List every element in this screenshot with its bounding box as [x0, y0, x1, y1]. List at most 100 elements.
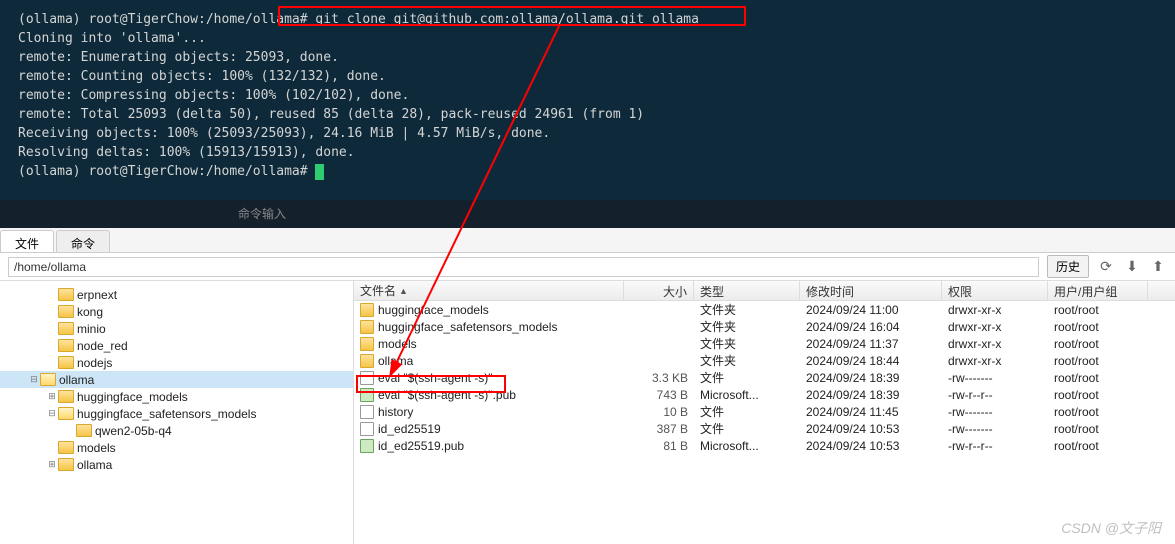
- expand-icon[interactable]: ⊟: [46, 408, 58, 419]
- file-user: root/root: [1048, 405, 1148, 419]
- file-perm: -rw-------: [942, 405, 1048, 419]
- file-time: 2024/09/24 11:45: [800, 405, 942, 419]
- terminal-line: (ollama) root@TigerChow:/home/ollama#: [18, 162, 1157, 181]
- tree-item-huggingface_safetensors_models[interactable]: ⊟huggingface_safetensors_models: [0, 405, 353, 422]
- file-user: root/root: [1048, 354, 1148, 368]
- file-time: 2024/09/24 11:00: [800, 303, 942, 317]
- history-button[interactable]: 历史: [1047, 255, 1089, 278]
- tree-item-qwen2-05b-q4[interactable]: qwen2-05b-q4: [0, 422, 353, 439]
- col-header-user[interactable]: 用户/用户组: [1048, 281, 1148, 300]
- file-type: 文件: [694, 420, 800, 437]
- col-header-size[interactable]: 大小: [624, 281, 694, 300]
- file-row[interactable]: id_ed25519 387 B 文件 2024/09/24 10:53 -rw…: [354, 420, 1175, 437]
- file-row[interactable]: models 文件夹 2024/09/24 11:37 drwxr-xr-x r…: [354, 335, 1175, 352]
- path-input[interactable]: [8, 257, 1039, 277]
- file-type: 文件夹: [694, 301, 800, 318]
- file-icon: [360, 405, 374, 419]
- expand-icon[interactable]: ⊟: [28, 374, 40, 385]
- file-row[interactable]: ollama 文件夹 2024/09/24 18:44 drwxr-xr-x r…: [354, 352, 1175, 369]
- file-perm: -rw-------: [942, 371, 1048, 385]
- tree-label: ollama: [77, 458, 112, 472]
- tree-label: huggingface_models: [77, 390, 188, 404]
- file-name: id_ed25519.pub: [378, 439, 464, 453]
- folder-icon: [58, 339, 74, 352]
- file-row[interactable]: id_ed25519.pub 81 B Microsoft... 2024/09…: [354, 437, 1175, 454]
- terminal-panel[interactable]: (ollama) root@TigerChow:/home/ollama# gi…: [0, 0, 1175, 228]
- tree-label: node_red: [77, 339, 128, 353]
- folder-icon: [58, 288, 74, 301]
- toolbar: 历史 ⟳ ⬇ ⬆: [0, 253, 1175, 281]
- file-user: root/root: [1048, 371, 1148, 385]
- file-user: root/root: [1048, 303, 1148, 317]
- folder-icon: [360, 354, 374, 368]
- file-perm: drwxr-xr-x: [942, 320, 1048, 334]
- tree-item-ollama[interactable]: ⊟ollama: [0, 371, 353, 388]
- file-user: root/root: [1048, 388, 1148, 402]
- file-type: 文件夹: [694, 318, 800, 335]
- tree-item-models[interactable]: models: [0, 439, 353, 456]
- file-type: 文件夹: [694, 352, 800, 369]
- folder-icon: [360, 337, 374, 351]
- file-name: id_ed25519: [378, 422, 441, 436]
- folder-tree[interactable]: erpnextkongminionode_rednodejs⊟ollama⊞hu…: [0, 281, 354, 544]
- tree-item-minio[interactable]: minio: [0, 320, 353, 337]
- file-time: 2024/09/24 10:53: [800, 422, 942, 436]
- file-perm: drwxr-xr-x: [942, 354, 1048, 368]
- file-size: 3.3 KB: [624, 371, 694, 385]
- file-perm: -rw-------: [942, 422, 1048, 436]
- file-type: 文件夹: [694, 335, 800, 352]
- tree-item-kong[interactable]: kong: [0, 303, 353, 320]
- file-type: 文件: [694, 369, 800, 386]
- tab-file[interactable]: 文件: [0, 230, 54, 252]
- col-header-time[interactable]: 修改时间: [800, 281, 942, 300]
- refresh-icon[interactable]: ⟳: [1097, 258, 1115, 276]
- file-name: huggingface_safetensors_models: [378, 320, 557, 334]
- col-header-name[interactable]: 文件名▲: [354, 281, 624, 300]
- tab-command[interactable]: 命令: [56, 230, 110, 252]
- folder-icon: [58, 441, 74, 454]
- terminal-line: remote: Total 25093 (delta 50), reused 8…: [18, 105, 1157, 124]
- folder-icon: [58, 305, 74, 318]
- file-row[interactable]: huggingface_models 文件夹 2024/09/24 11:00 …: [354, 301, 1175, 318]
- file-row[interactable]: history 10 B 文件 2024/09/24 11:45 -rw----…: [354, 403, 1175, 420]
- highlight-ollama-folder: [356, 375, 506, 393]
- file-perm: drwxr-xr-x: [942, 337, 1048, 351]
- file-list-header: 文件名▲ 大小 类型 修改时间 权限 用户/用户组: [354, 281, 1175, 301]
- prompt: (ollama) root@TigerChow:/home/ollama#: [18, 164, 315, 179]
- expand-icon[interactable]: ⊞: [46, 391, 58, 402]
- download-icon[interactable]: ⬇: [1123, 258, 1141, 276]
- file-name: ollama: [378, 354, 413, 368]
- file-size: 10 B: [624, 405, 694, 419]
- terminal-line: remote: Enumerating objects: 25093, done…: [18, 48, 1157, 67]
- expand-icon[interactable]: ⊞: [46, 459, 58, 470]
- terminal-line: remote: Compressing objects: 100% (102/1…: [18, 86, 1157, 105]
- file-size: 81 B: [624, 439, 694, 453]
- file-time: 2024/09/24 11:37: [800, 337, 942, 351]
- highlight-command: [278, 6, 746, 26]
- upload-icon[interactable]: ⬆: [1149, 258, 1167, 276]
- tree-label: nodejs: [77, 356, 112, 370]
- col-header-perm[interactable]: 权限: [942, 281, 1048, 300]
- file-name: huggingface_models: [378, 303, 489, 317]
- prompt: (ollama) root@TigerChow:/home/ollama#: [18, 12, 308, 27]
- folder-icon: [360, 320, 374, 334]
- folder-icon: [40, 373, 56, 386]
- file-user: root/root: [1048, 337, 1148, 351]
- file-list[interactable]: 文件名▲ 大小 类型 修改时间 权限 用户/用户组 huggingface_mo…: [354, 281, 1175, 544]
- file-row[interactable]: huggingface_safetensors_models 文件夹 2024/…: [354, 318, 1175, 335]
- terminal-line: Cloning into 'ollama'...: [18, 29, 1157, 48]
- file-perm: -rw-r--r--: [942, 388, 1048, 402]
- terminal-line: Resolving deltas: 100% (15913/15913), do…: [18, 143, 1157, 162]
- file-time: 2024/09/24 16:04: [800, 320, 942, 334]
- command-input-bar[interactable]: 命令输入: [0, 200, 1175, 228]
- tree-item-node_red[interactable]: node_red: [0, 337, 353, 354]
- tree-item-ollama[interactable]: ⊞ ollama: [0, 456, 353, 473]
- file-time: 2024/09/24 10:53: [800, 439, 942, 453]
- terminal-line: Receiving objects: 100% (25093/25093), 2…: [18, 124, 1157, 143]
- tree-item-huggingface_models[interactable]: ⊞ huggingface_models: [0, 388, 353, 405]
- col-header-type[interactable]: 类型: [694, 281, 800, 300]
- tree-item-nodejs[interactable]: nodejs: [0, 354, 353, 371]
- tab-bar: 文件 命令: [0, 228, 1175, 253]
- tree-item-erpnext[interactable]: erpnext: [0, 286, 353, 303]
- tree-label: models: [77, 441, 116, 455]
